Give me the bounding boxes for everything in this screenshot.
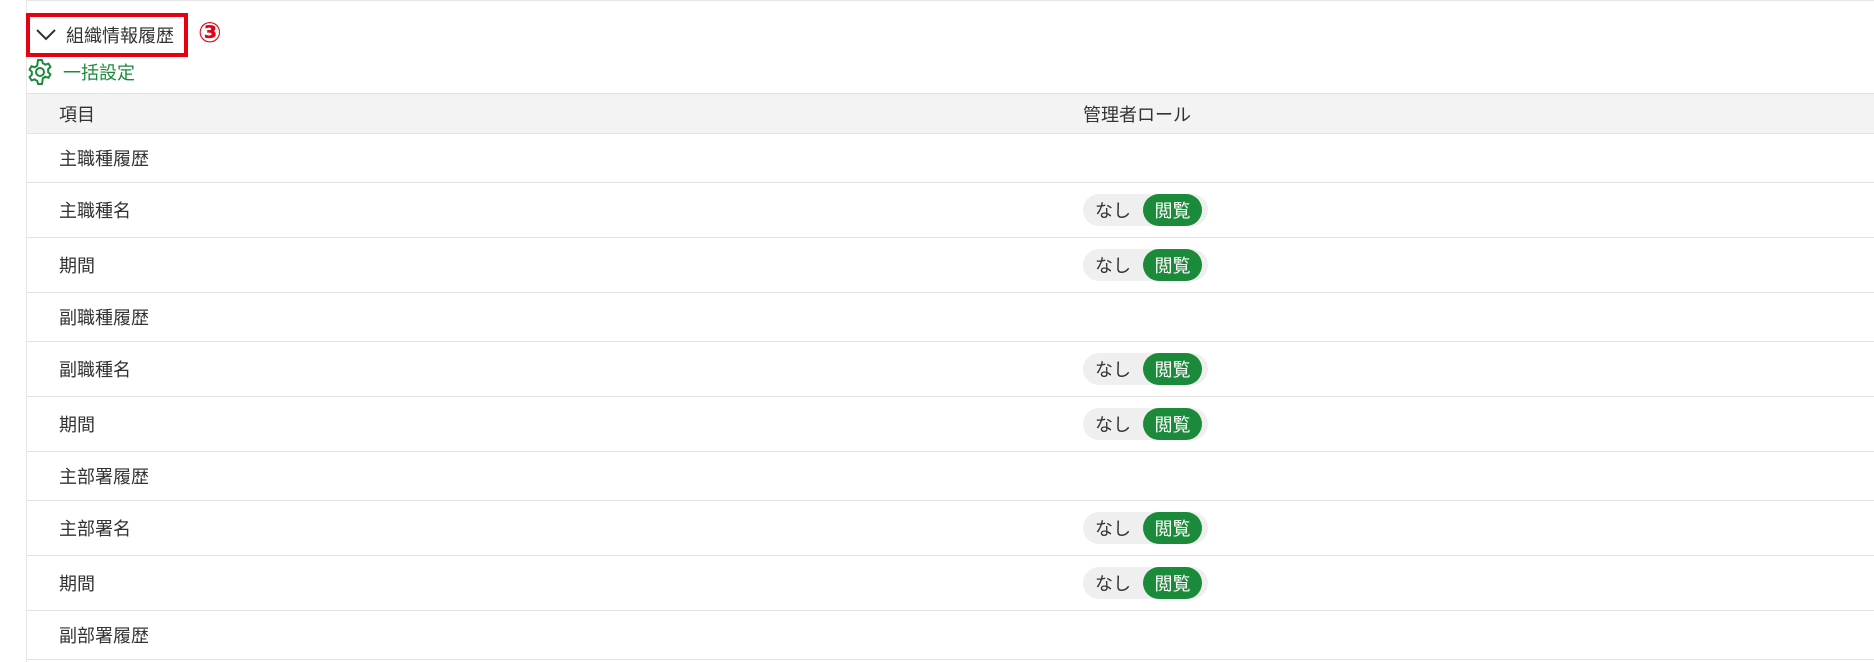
row-label: 期間 (59, 256, 95, 277)
row-label: 期間 (59, 415, 95, 436)
option-none[interactable]: なし (1083, 515, 1143, 541)
row-label: 主部署名 (59, 519, 131, 540)
permission-settings-page: 組織情報履歴 ③ 一括設定 項目 管理者ロール 主職種履歴 主職種名 なし 閲覧 期間な… (0, 0, 1874, 662)
table-row: 主部署名 なし 閲覧 (27, 501, 1874, 556)
row-label: 副職種名 (59, 360, 131, 381)
table-group-row: 主職種履歴 (27, 134, 1874, 183)
table-group-row: 副部署履歴 (27, 611, 1874, 660)
option-none[interactable]: なし (1083, 356, 1143, 382)
table-group-row: 副職種履歴 (27, 293, 1874, 342)
table-row: 期間 なし 閲覧 (27, 397, 1874, 452)
table-row: 副職種名 なし 閲覧 (27, 342, 1874, 397)
option-view[interactable]: 閲覧 (1143, 194, 1202, 226)
permission-toggle[interactable]: なし 閲覧 (1083, 567, 1208, 599)
table-header: 項目 管理者ロール (27, 93, 1874, 134)
row-label: 主部署履歴 (59, 467, 149, 488)
permission-table: 項目 管理者ロール 主職種履歴 主職種名 なし 閲覧 期間 なし 閲覧 副職種履歴 副職種名 なし… (27, 93, 1874, 660)
option-view[interactable]: 閲覧 (1143, 249, 1202, 281)
row-label: 副部署履歴 (59, 626, 149, 647)
section-title: 組織情報履歴 (66, 26, 174, 47)
chevron-down-icon (36, 25, 56, 45)
table-row: 期間 なし 閲覧 (27, 556, 1874, 611)
divider (26, 0, 1874, 1)
option-view[interactable]: 閲覧 (1143, 408, 1202, 440)
option-none[interactable]: なし (1083, 197, 1143, 223)
option-none[interactable]: なし (1083, 570, 1143, 596)
section-toggle-org-history[interactable]: 組織情報履歴 (26, 13, 188, 57)
table-row: 主職種名 なし 閲覧 (27, 183, 1874, 238)
permission-toggle[interactable]: なし 閲覧 (1083, 408, 1208, 440)
row-label: 主職種履歴 (59, 149, 149, 170)
option-none[interactable]: なし (1083, 252, 1143, 278)
table-body: 主職種履歴 主職種名 なし 閲覧 期間 なし 閲覧 副職種履歴 副職種名 なし 閲覧 期間 なし 閲覧 主部… (27, 134, 1874, 660)
permission-toggle[interactable]: なし 閲覧 (1083, 353, 1208, 385)
permission-toggle[interactable]: なし 閲覧 (1083, 512, 1208, 544)
option-none[interactable]: なし (1083, 411, 1143, 437)
permission-toggle[interactable]: なし 閲覧 (1083, 194, 1208, 226)
row-label: 主職種名 (59, 201, 131, 222)
table-group-row: 主部署履歴 (27, 452, 1874, 501)
column-header-item: 項目 (59, 104, 95, 126)
table-row: 期間 なし 閲覧 (27, 238, 1874, 293)
bulk-setting-label: 一括設定 (63, 63, 135, 84)
option-view[interactable]: 閲覧 (1143, 353, 1202, 385)
option-view[interactable]: 閲覧 (1143, 512, 1202, 544)
bulk-setting-link[interactable]: 一括設定 (26, 56, 135, 88)
step-marker: ③ (198, 16, 222, 49)
option-view[interactable]: 閲覧 (1143, 567, 1202, 599)
permission-toggle[interactable]: なし 閲覧 (1083, 249, 1208, 281)
column-header-role: 管理者ロール (1083, 104, 1191, 126)
gear-icon (26, 58, 54, 86)
row-label: 期間 (59, 574, 95, 595)
row-label: 副職種履歴 (59, 308, 149, 329)
